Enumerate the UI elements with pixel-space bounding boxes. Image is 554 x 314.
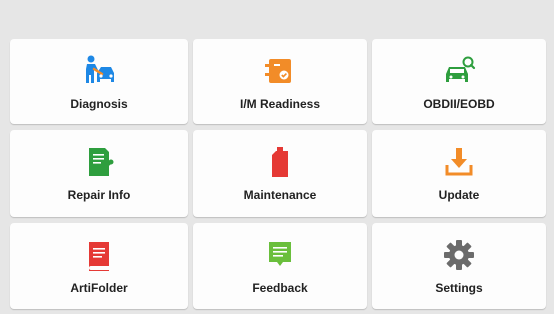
diagnosis-icon	[81, 53, 117, 89]
tile-feedback[interactable]: Feedback	[193, 223, 367, 309]
tile-artifolder[interactable]: ArtiFolder	[10, 223, 188, 309]
tile-label: Maintenance	[243, 188, 317, 202]
repair-info-icon	[81, 144, 117, 180]
tile-repair-info[interactable]: Repair Info	[10, 130, 188, 217]
tile-diagnosis[interactable]: Diagnosis	[10, 39, 188, 124]
tile-settings[interactable]: Settings	[372, 223, 546, 309]
tile-label: I/M Readiness	[239, 97, 321, 111]
tile-label: OBDII/EOBD	[423, 97, 495, 111]
main-menu-grid: Diagnosis I/M Readiness OBDII/EOBD Repai…	[10, 39, 546, 309]
feedback-icon	[262, 237, 298, 273]
gear-icon	[441, 237, 477, 273]
tile-obdii-eobd[interactable]: OBDII/EOBD	[372, 39, 546, 124]
tile-label: ArtiFolder	[70, 281, 128, 295]
tile-update[interactable]: Update	[372, 130, 546, 217]
tile-label: Update	[438, 188, 480, 202]
tile-label: Diagnosis	[70, 97, 128, 111]
obd-car-icon	[441, 53, 477, 89]
tile-im-readiness[interactable]: I/M Readiness	[193, 39, 367, 124]
folder-book-icon	[81, 237, 117, 273]
tile-label: Feedback	[252, 281, 308, 295]
oil-can-icon	[262, 144, 298, 180]
tile-label: Repair Info	[67, 188, 131, 202]
tile-label: Settings	[435, 281, 483, 295]
download-icon	[441, 144, 477, 180]
tile-maintenance[interactable]: Maintenance	[193, 130, 367, 217]
im-readiness-icon	[262, 53, 298, 89]
